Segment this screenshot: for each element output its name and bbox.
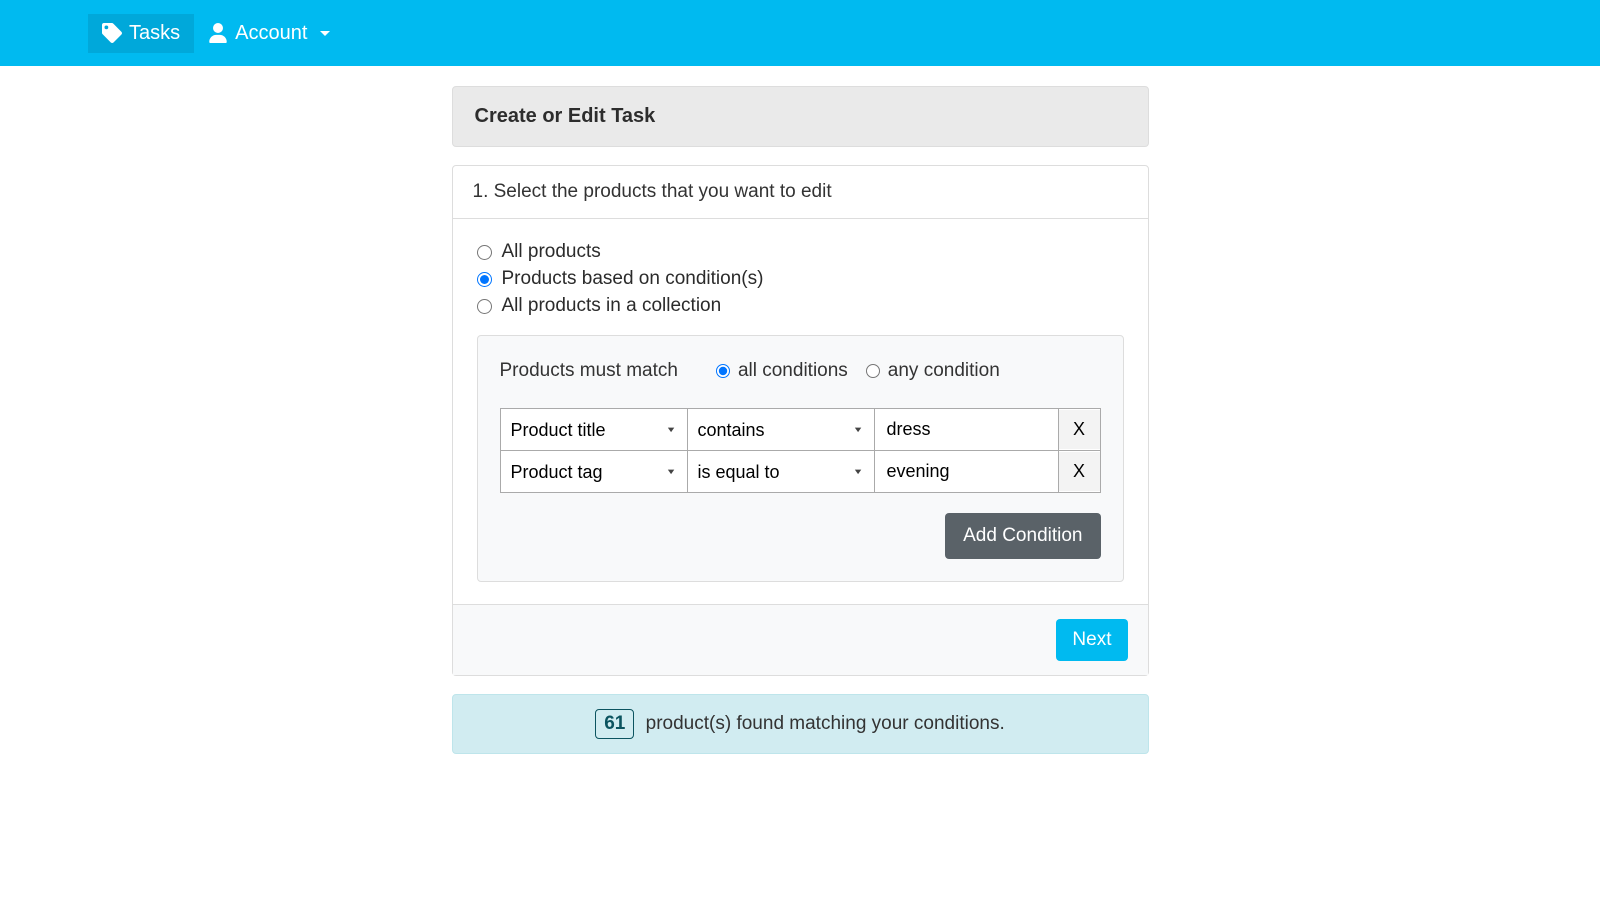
match-row: Products must match all conditions any c… [500,360,1101,382]
navbar: Tasks Account [0,0,1600,66]
radio-collection[interactable]: All products in a collection [477,295,1124,317]
result-alert: 61 product(s) found matching your condit… [452,694,1149,754]
match-all[interactable]: all conditions [716,360,848,382]
tag-icon [102,23,122,43]
result-text: product(s) found matching your condition… [646,713,1005,734]
main-container: Create or Edit Task 1. Select the produc… [452,66,1149,754]
result-count: 61 [595,709,634,739]
conditions-table: Product title contains X Product tag is … [500,408,1101,493]
selection-radio-group: All products Products based on condition… [477,241,1124,317]
match-any[interactable]: any condition [866,360,1000,382]
condition-value-input[interactable] [875,409,1058,450]
nav-tasks[interactable]: Tasks [88,14,194,53]
match-label: Products must match [500,360,678,382]
radio-all-products[interactable]: All products [477,241,1124,263]
nav-tasks-label: Tasks [129,22,180,45]
match-all-label: all conditions [738,360,848,382]
user-icon [208,23,228,43]
chevron-down-icon [320,31,330,36]
step-footer: Next [453,604,1148,675]
nav-account[interactable]: Account [194,14,344,53]
match-options: all conditions any condition [716,360,1000,382]
condition-row: Product tag is equal to X [500,451,1100,493]
condition-field-select[interactable]: Product title [501,410,687,450]
condition-value-input[interactable] [875,451,1058,492]
radio-collection-input[interactable] [477,299,492,314]
step-title: 1. Select the products that you want to … [453,166,1148,219]
condition-operator-select[interactable]: is equal to [688,452,874,492]
condition-operator-select[interactable]: contains [688,410,874,450]
match-all-input[interactable] [716,364,730,378]
remove-condition-button[interactable]: X [1059,410,1100,449]
conditions-box: Products must match all conditions any c… [477,335,1124,582]
match-any-input[interactable] [866,364,880,378]
nav-account-label: Account [235,22,307,45]
condition-field-select[interactable]: Product tag [501,452,687,492]
radio-conditions-label: Products based on condition(s) [502,268,764,290]
radio-collection-label: All products in a collection [502,295,722,317]
radio-all-products-label: All products [502,241,601,263]
radio-conditions-input[interactable] [477,272,492,287]
add-condition-button[interactable]: Add Condition [945,513,1100,559]
radio-conditions[interactable]: Products based on condition(s) [477,268,1124,290]
condition-row: Product title contains X [500,409,1100,451]
radio-all-products-input[interactable] [477,245,492,260]
add-condition-row: Add Condition [500,513,1101,559]
match-any-label: any condition [888,360,1000,382]
page-header: Create or Edit Task [452,86,1149,147]
next-button[interactable]: Next [1056,619,1127,661]
remove-condition-button[interactable]: X [1059,452,1100,491]
step-body: All products Products based on condition… [453,219,1148,604]
page-title: Create or Edit Task [475,105,1126,128]
step-panel: 1. Select the products that you want to … [452,165,1149,676]
